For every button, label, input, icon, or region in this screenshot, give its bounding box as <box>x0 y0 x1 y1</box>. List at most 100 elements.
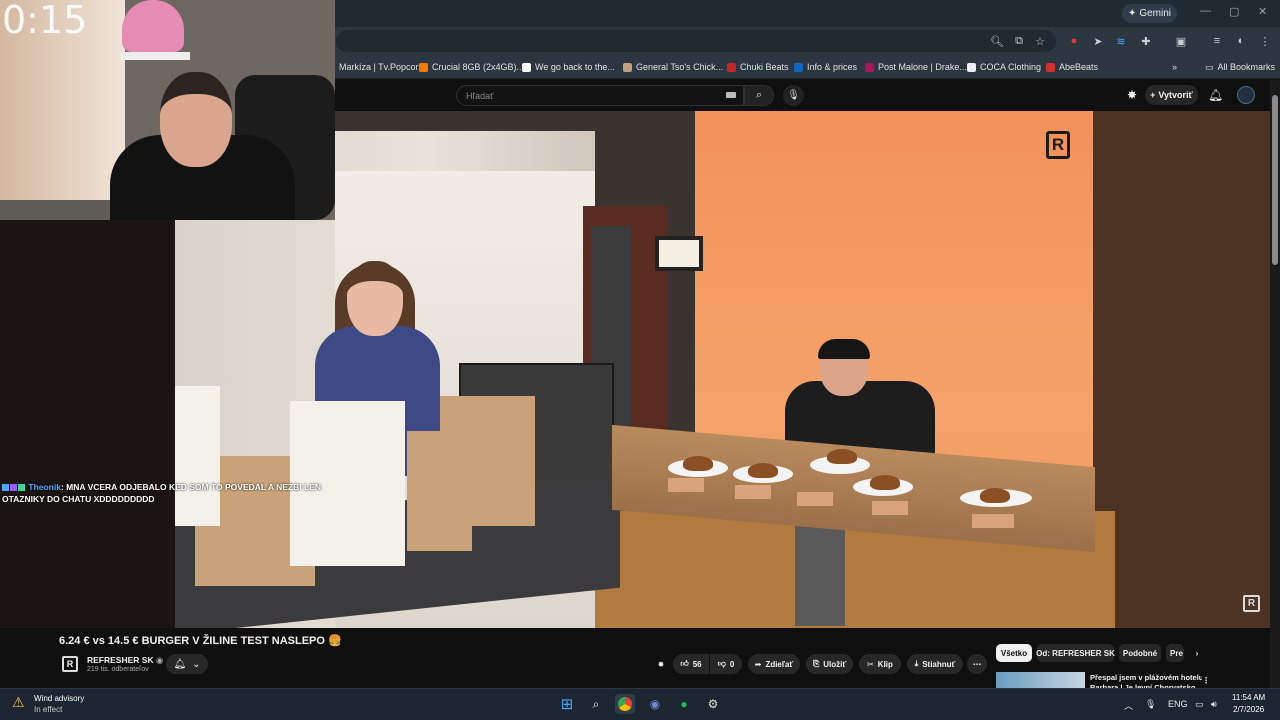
notifications-bell-icon[interactable]: 🔔︎ <box>1208 88 1223 102</box>
minimize-icon[interactable]: — <box>1200 5 1211 17</box>
bookmark-star-icon[interactable]: ☆ <box>1032 33 1048 49</box>
app-icon[interactable]: ⚙ <box>703 694 723 714</box>
discord-icon[interactable]: ◉ <box>645 694 665 714</box>
language-indicator[interactable]: ENG <box>1168 699 1188 709</box>
maximize-icon[interactable]: ▢ <box>1229 5 1239 18</box>
chip-from-channel[interactable]: Od: REFRESHER SK <box>1036 644 1115 662</box>
channel-avatar[interactable]: R <box>62 656 78 672</box>
like-button[interactable]: 👍︎ 56 <box>673 654 709 674</box>
chips-next-chevron-icon[interactable]: › <box>1189 644 1205 662</box>
bookmark-item[interactable]: General Tso's Chick... <box>623 60 723 74</box>
tray-overflow-icon[interactable]: ︿ <box>1124 699 1133 712</box>
account-avatar[interactable] <box>1237 86 1255 104</box>
extension-red-icon[interactable]: ● <box>1066 33 1082 49</box>
share-button[interactable]: ➦ Zdieľať <box>748 654 800 674</box>
weather-title[interactable]: Wind advisory <box>34 694 84 703</box>
player-letterbox <box>0 220 175 628</box>
bookmark-favicon <box>1046 62 1055 72</box>
bookmark-item[interactable]: Chuki Beats <box>727 60 789 74</box>
bookmark-favicon <box>623 62 632 72</box>
video-scene-burger <box>870 475 900 490</box>
stream-timer: 0:15 <box>2 0 88 42</box>
network-icon[interactable]: ▭ <box>1195 699 1204 710</box>
reading-list-icon[interactable]: ≡ <box>1209 33 1225 49</box>
ask-ai-sparkle-icon[interactable]: ✸ <box>652 654 670 674</box>
webcam-shelf <box>120 52 190 60</box>
share-arrow-icon: ➦ <box>754 659 762 669</box>
bookmark-item[interactable]: Info & prices <box>794 60 857 74</box>
bookmark-label: Markíza | Tv.Popcor... <box>339 62 426 72</box>
cast-icon[interactable]: ⧉ <box>1011 33 1027 49</box>
create-button[interactable]: + Vytvoriť <box>1145 85 1198 105</box>
extension-wave-icon[interactable]: ≋ <box>1113 33 1129 49</box>
thumbs-up-icon: 👍︎ <box>680 659 689 668</box>
search-input[interactable]: Hľadať <box>456 85 744 106</box>
chip-all[interactable]: Všetko <box>996 644 1032 662</box>
taskbar-date[interactable]: 2/7/2026 <box>1233 705 1264 714</box>
gemini-sparkle-icon[interactable]: ✸ <box>1127 88 1137 102</box>
video-title: 6.24 € vs 14.5 € BURGER V ŽILINE TEST NA… <box>59 635 342 647</box>
bookmark-item[interactable]: Markíza | Tv.Popcor... <box>326 60 426 74</box>
volume-icon[interactable]: 🔊︎ <box>1211 699 1217 710</box>
windows-start-icon[interactable]: ⊞ <box>557 694 577 714</box>
scrollbar-thumb[interactable] <box>1272 95 1278 265</box>
profile-icon[interactable]: ◐ <box>1233 33 1249 49</box>
plus-icon: + <box>1150 90 1156 100</box>
recommendation-thumbnail[interactable] <box>996 672 1085 688</box>
bookmark-item[interactable]: Post Malone | Drake... <box>865 60 967 74</box>
bookmark-item[interactable]: COCA Clothing <box>967 60 1041 74</box>
channel-name[interactable]: REFRESHER SK ◉ <box>87 655 163 666</box>
video-scene-right-wall <box>1093 111 1270 628</box>
extensions-puzzle-icon[interactable]: ✚ <box>1138 33 1154 49</box>
bookmark-item[interactable]: AbeBeats <box>1046 60 1098 74</box>
voice-search-button[interactable]: 🎙︎ <box>783 85 804 106</box>
spotify-icon[interactable]: ● <box>674 694 694 714</box>
address-bar[interactable] <box>336 30 1056 52</box>
taskbar-time[interactable]: 11:54 AM <box>1232 693 1265 702</box>
video-player[interactable] <box>175 111 1270 628</box>
save-button[interactable]: ⎘ Uložiť <box>806 654 853 674</box>
like-count: 56 <box>692 659 702 669</box>
close-icon[interactable]: ✕ <box>1258 5 1267 18</box>
sidepanel-icon[interactable]: ▣ <box>1173 33 1189 49</box>
save-label: Uložiť <box>823 659 847 669</box>
gemini-button[interactable]: ✦ Gemini <box>1122 4 1177 23</box>
clip-button[interactable]: ✂ Klip <box>859 654 901 674</box>
bookmark-label: COCA Clothing <box>980 62 1042 72</box>
video-person-man-legs <box>795 526 845 626</box>
keyboard-icon[interactable] <box>726 92 736 98</box>
bookmark-icon: ⎘ <box>812 659 820 668</box>
recommendation-menu-icon[interactable]: ⋮ <box>1200 671 1212 689</box>
menu-dots-icon[interactable]: ⋮ <box>1257 33 1273 49</box>
video-scene-label-card <box>668 478 704 492</box>
extension-arrow-icon[interactable]: ➤ <box>1090 33 1106 49</box>
zoom-icon[interactable]: 🔍︎ <box>989 33 1005 49</box>
all-bookmarks-button[interactable]: ▭ All Bookmarks <box>1205 60 1275 74</box>
video-scene-label-card <box>972 514 1014 528</box>
weather-warning-icon[interactable]: ⚠ <box>12 694 30 712</box>
subscription-bell-button[interactable]: 🔔︎ ⌄ <box>166 654 208 674</box>
microphone-icon: 🎙︎ <box>787 90 800 101</box>
chrome-icon[interactable] <box>615 694 635 714</box>
refresher-watermark-icon: R <box>1046 131 1070 159</box>
video-scene-label-card <box>872 501 908 515</box>
download-button[interactable]: ⤓ Stiahnuť <box>907 654 963 674</box>
bookmark-item[interactable]: Crucial 8GB (2x4GB)... <box>419 60 524 74</box>
tray-microphone-icon[interactable]: 🎙︎ <box>1145 699 1156 710</box>
download-icon: ⤓ <box>914 659 919 668</box>
thumbs-down-icon: 👎︎ <box>717 659 726 668</box>
channel-watermark-icon[interactable]: R <box>1243 595 1260 612</box>
folder-icon: ▭ <box>1205 61 1214 72</box>
bookmark-item[interactable]: We go back to the... <box>522 60 615 74</box>
chip-more[interactable]: Pre <box>1166 644 1184 662</box>
chip-related[interactable]: Podobné <box>1119 644 1161 662</box>
taskbar-search-icon[interactable]: ⌕ <box>586 694 606 714</box>
more-actions-button[interactable]: ⋯ <box>967 654 987 674</box>
search-button[interactable]: ⌕ <box>744 85 774 106</box>
clip-label: Klip <box>877 659 893 669</box>
bookmarks-overflow-icon[interactable]: » <box>1172 60 1177 74</box>
channel-name-text: REFRESHER SK <box>87 655 154 665</box>
download-label: Stiahnuť <box>922 659 956 669</box>
dislike-button[interactable]: 👎︎ 0 <box>710 654 742 674</box>
video-scene-burger <box>748 463 778 478</box>
